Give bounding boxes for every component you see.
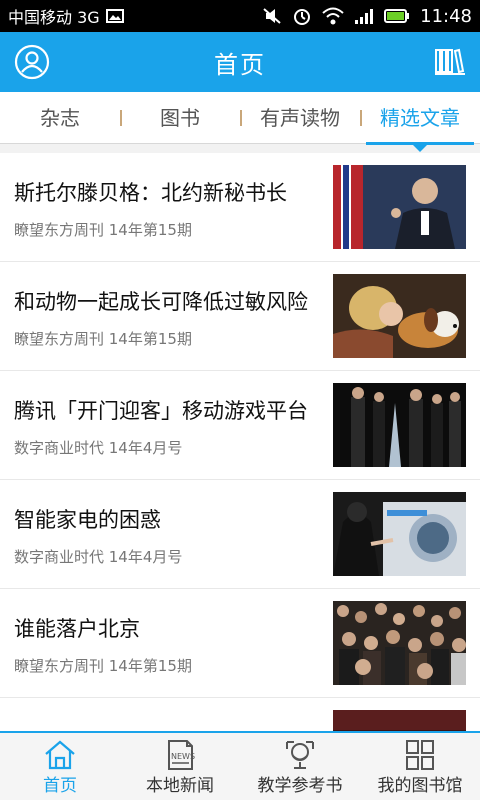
article-thumbnail bbox=[333, 274, 466, 358]
clock: 11:48 bbox=[420, 5, 472, 27]
globe-icon bbox=[286, 741, 314, 769]
bookshelf-icon bbox=[435, 48, 465, 75]
wifi-icon bbox=[322, 7, 344, 25]
list-item[interactable]: 和动物一起成长可降低过敏风险 瞭望东方周刊 14年第15期 bbox=[0, 262, 480, 371]
article-title: 腾讯「开门迎客」移动游戏平台 bbox=[14, 399, 308, 423]
list-item[interactable]: 腾讯「开门迎客」移动游戏平台 数字商业时代 14年4月号 bbox=[0, 371, 480, 480]
article-thumbnail bbox=[333, 601, 466, 685]
nav-home[interactable]: 首页 bbox=[0, 733, 120, 800]
user-profile-button[interactable] bbox=[14, 44, 50, 80]
category-tabs: 杂志 图书 有声读物 精选文章 bbox=[0, 92, 480, 152]
home-icon bbox=[45, 740, 75, 770]
app-header: 首页 bbox=[0, 32, 480, 92]
bottom-navigation: 首页 NEWS 本地新闻 教学参考书 我的图书馆 bbox=[0, 731, 480, 800]
tab-selected-articles[interactable]: 精选文章 bbox=[360, 92, 480, 152]
article-source: 瞭望东方周刊 14年第15期 bbox=[14, 221, 192, 239]
grid-icon bbox=[406, 740, 434, 770]
nav-home-label: 首页 bbox=[43, 776, 77, 796]
list-item-partial[interactable] bbox=[0, 698, 480, 731]
article-thumbnail bbox=[333, 710, 466, 731]
nav-teaching-reference[interactable]: 教学参考书 bbox=[240, 733, 360, 800]
status-bar: 中国移动 3G 11:48 bbox=[0, 0, 480, 32]
article-source: 数字商业时代 14年4月号 bbox=[14, 439, 183, 457]
article-thumbnail bbox=[333, 383, 466, 467]
active-tab-indicator bbox=[412, 143, 428, 152]
article-source: 瞭望东方周刊 14年第15期 bbox=[14, 657, 192, 675]
article-thumbnail bbox=[333, 165, 466, 249]
alarm-icon bbox=[292, 6, 312, 26]
list-item[interactable]: 智能家电的困惑 数字商业时代 14年4月号 bbox=[0, 480, 480, 589]
nav-local-news-label: 本地新闻 bbox=[146, 776, 214, 796]
article-list: 斯托尔滕贝格：北约新秘书长 瞭望东方周刊 14年第15期 和动物一起成长可降低过… bbox=[0, 153, 480, 731]
tab-audiobooks[interactable]: 有声读物 bbox=[240, 92, 360, 144]
article-title: 谁能落户北京 bbox=[14, 617, 140, 641]
news-icon: NEWS bbox=[168, 740, 195, 770]
mute-icon bbox=[262, 7, 282, 25]
nav-teaching-reference-label: 教学参考书 bbox=[257, 776, 343, 796]
bookshelf-button[interactable] bbox=[434, 47, 466, 77]
list-item[interactable]: 斯托尔滕贝格：北约新秘书长 瞭望东方周刊 14年第15期 bbox=[0, 153, 480, 262]
page-title: 首页 bbox=[214, 50, 266, 79]
signal-icon bbox=[354, 7, 374, 25]
article-thumbnail bbox=[333, 492, 466, 576]
list-item[interactable]: 谁能落户北京 瞭望东方周刊 14年第15期 bbox=[0, 589, 480, 698]
tab-selected-articles-label: 精选文章 bbox=[380, 105, 460, 130]
image-notification-icon bbox=[105, 9, 124, 23]
article-source: 数字商业时代 14年4月号 bbox=[14, 548, 183, 566]
nav-my-library-label: 我的图书馆 bbox=[377, 776, 463, 796]
carrier-label: 中国移动 3G bbox=[8, 8, 100, 27]
article-source: 瞭望东方周刊 14年第15期 bbox=[14, 330, 192, 348]
user-icon bbox=[14, 44, 50, 80]
nav-local-news[interactable]: NEWS 本地新闻 bbox=[120, 733, 240, 800]
battery-icon bbox=[384, 9, 410, 23]
tab-magazines[interactable]: 杂志 bbox=[0, 92, 120, 144]
article-title: 智能家电的困惑 bbox=[14, 508, 161, 532]
nav-my-library[interactable]: 我的图书馆 bbox=[360, 733, 480, 800]
tab-books[interactable]: 图书 bbox=[120, 92, 240, 144]
svg-text:NEWS: NEWS bbox=[171, 752, 195, 761]
article-title: 斯托尔滕贝格：北约新秘书长 bbox=[14, 181, 287, 205]
article-title: 和动物一起成长可降低过敏风险 bbox=[14, 290, 308, 314]
